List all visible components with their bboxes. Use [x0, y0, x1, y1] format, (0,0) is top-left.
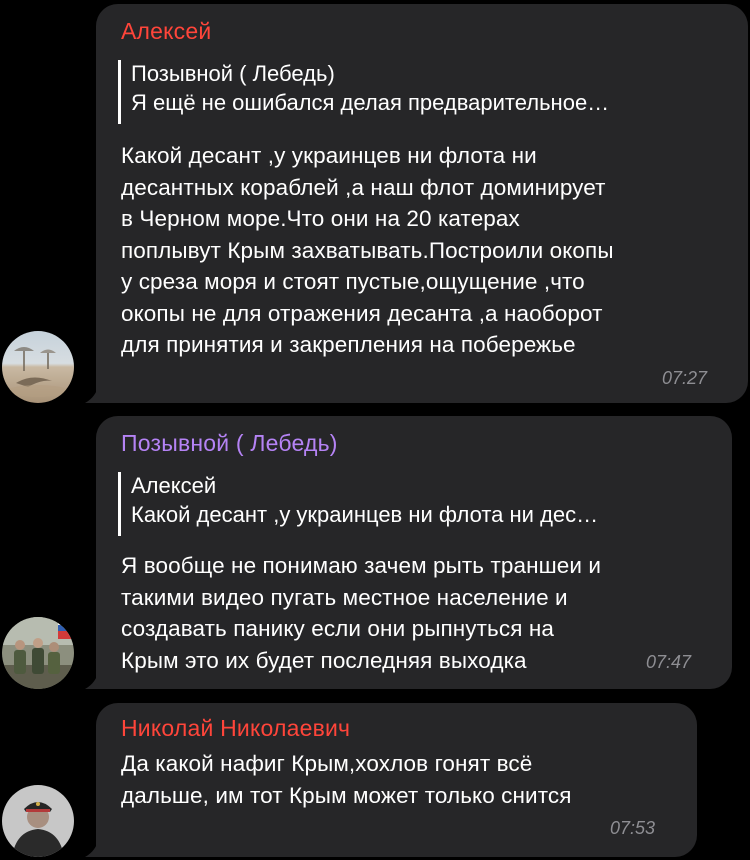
message-text: Какой десант ,у украинцев ни флота ни де…	[121, 143, 614, 357]
message-bubble[interactable]: Алексей Позывной ( Лебедь) Я ещё не ошиб…	[96, 4, 748, 403]
bubble-tail	[85, 670, 106, 689]
reply-quote[interactable]: Позывной ( Лебедь) Я ещё не ошибался дел…	[118, 60, 718, 124]
message-bubble[interactable]: Николай Николаевич Да какой нафиг Крым,х…	[96, 703, 697, 857]
message-time: 07:27	[662, 368, 708, 388]
message-text: Я вообще не понимаю зачем рыть траншеи и…	[121, 553, 602, 673]
beach-avatar[interactable]	[2, 331, 74, 403]
sender-name[interactable]: Николай Николаевич	[121, 715, 350, 742]
soldiers-avatar[interactable]	[2, 617, 74, 689]
reply-snippet: Я ещё не ошибался делая предварительное…	[131, 90, 610, 115]
message-time: 07:53	[610, 818, 656, 838]
reply-quote[interactable]: Алексей Какой десант ,у украинцев ни фло…	[118, 472, 708, 536]
message-time: 07:47	[646, 652, 692, 672]
sender-name[interactable]: Позывной ( Лебедь)	[121, 430, 338, 457]
sender-name[interactable]: Алексей	[121, 18, 211, 45]
reply-sender-name: Позывной ( Лебедь)	[131, 61, 335, 86]
reply-sender-name: Алексей	[131, 473, 217, 498]
officer-avatar[interactable]	[2, 785, 74, 857]
bubble-tail	[85, 384, 106, 403]
message-bubble[interactable]: Позывной ( Лебедь) Алексей Какой десант …	[96, 416, 732, 689]
message-text: Да какой нафиг Крым,хохлов гонят всё дал…	[121, 751, 572, 808]
bubble-tail	[85, 838, 106, 857]
reply-snippet: Какой десант ,у украинцев ни флота ни де…	[131, 502, 599, 527]
